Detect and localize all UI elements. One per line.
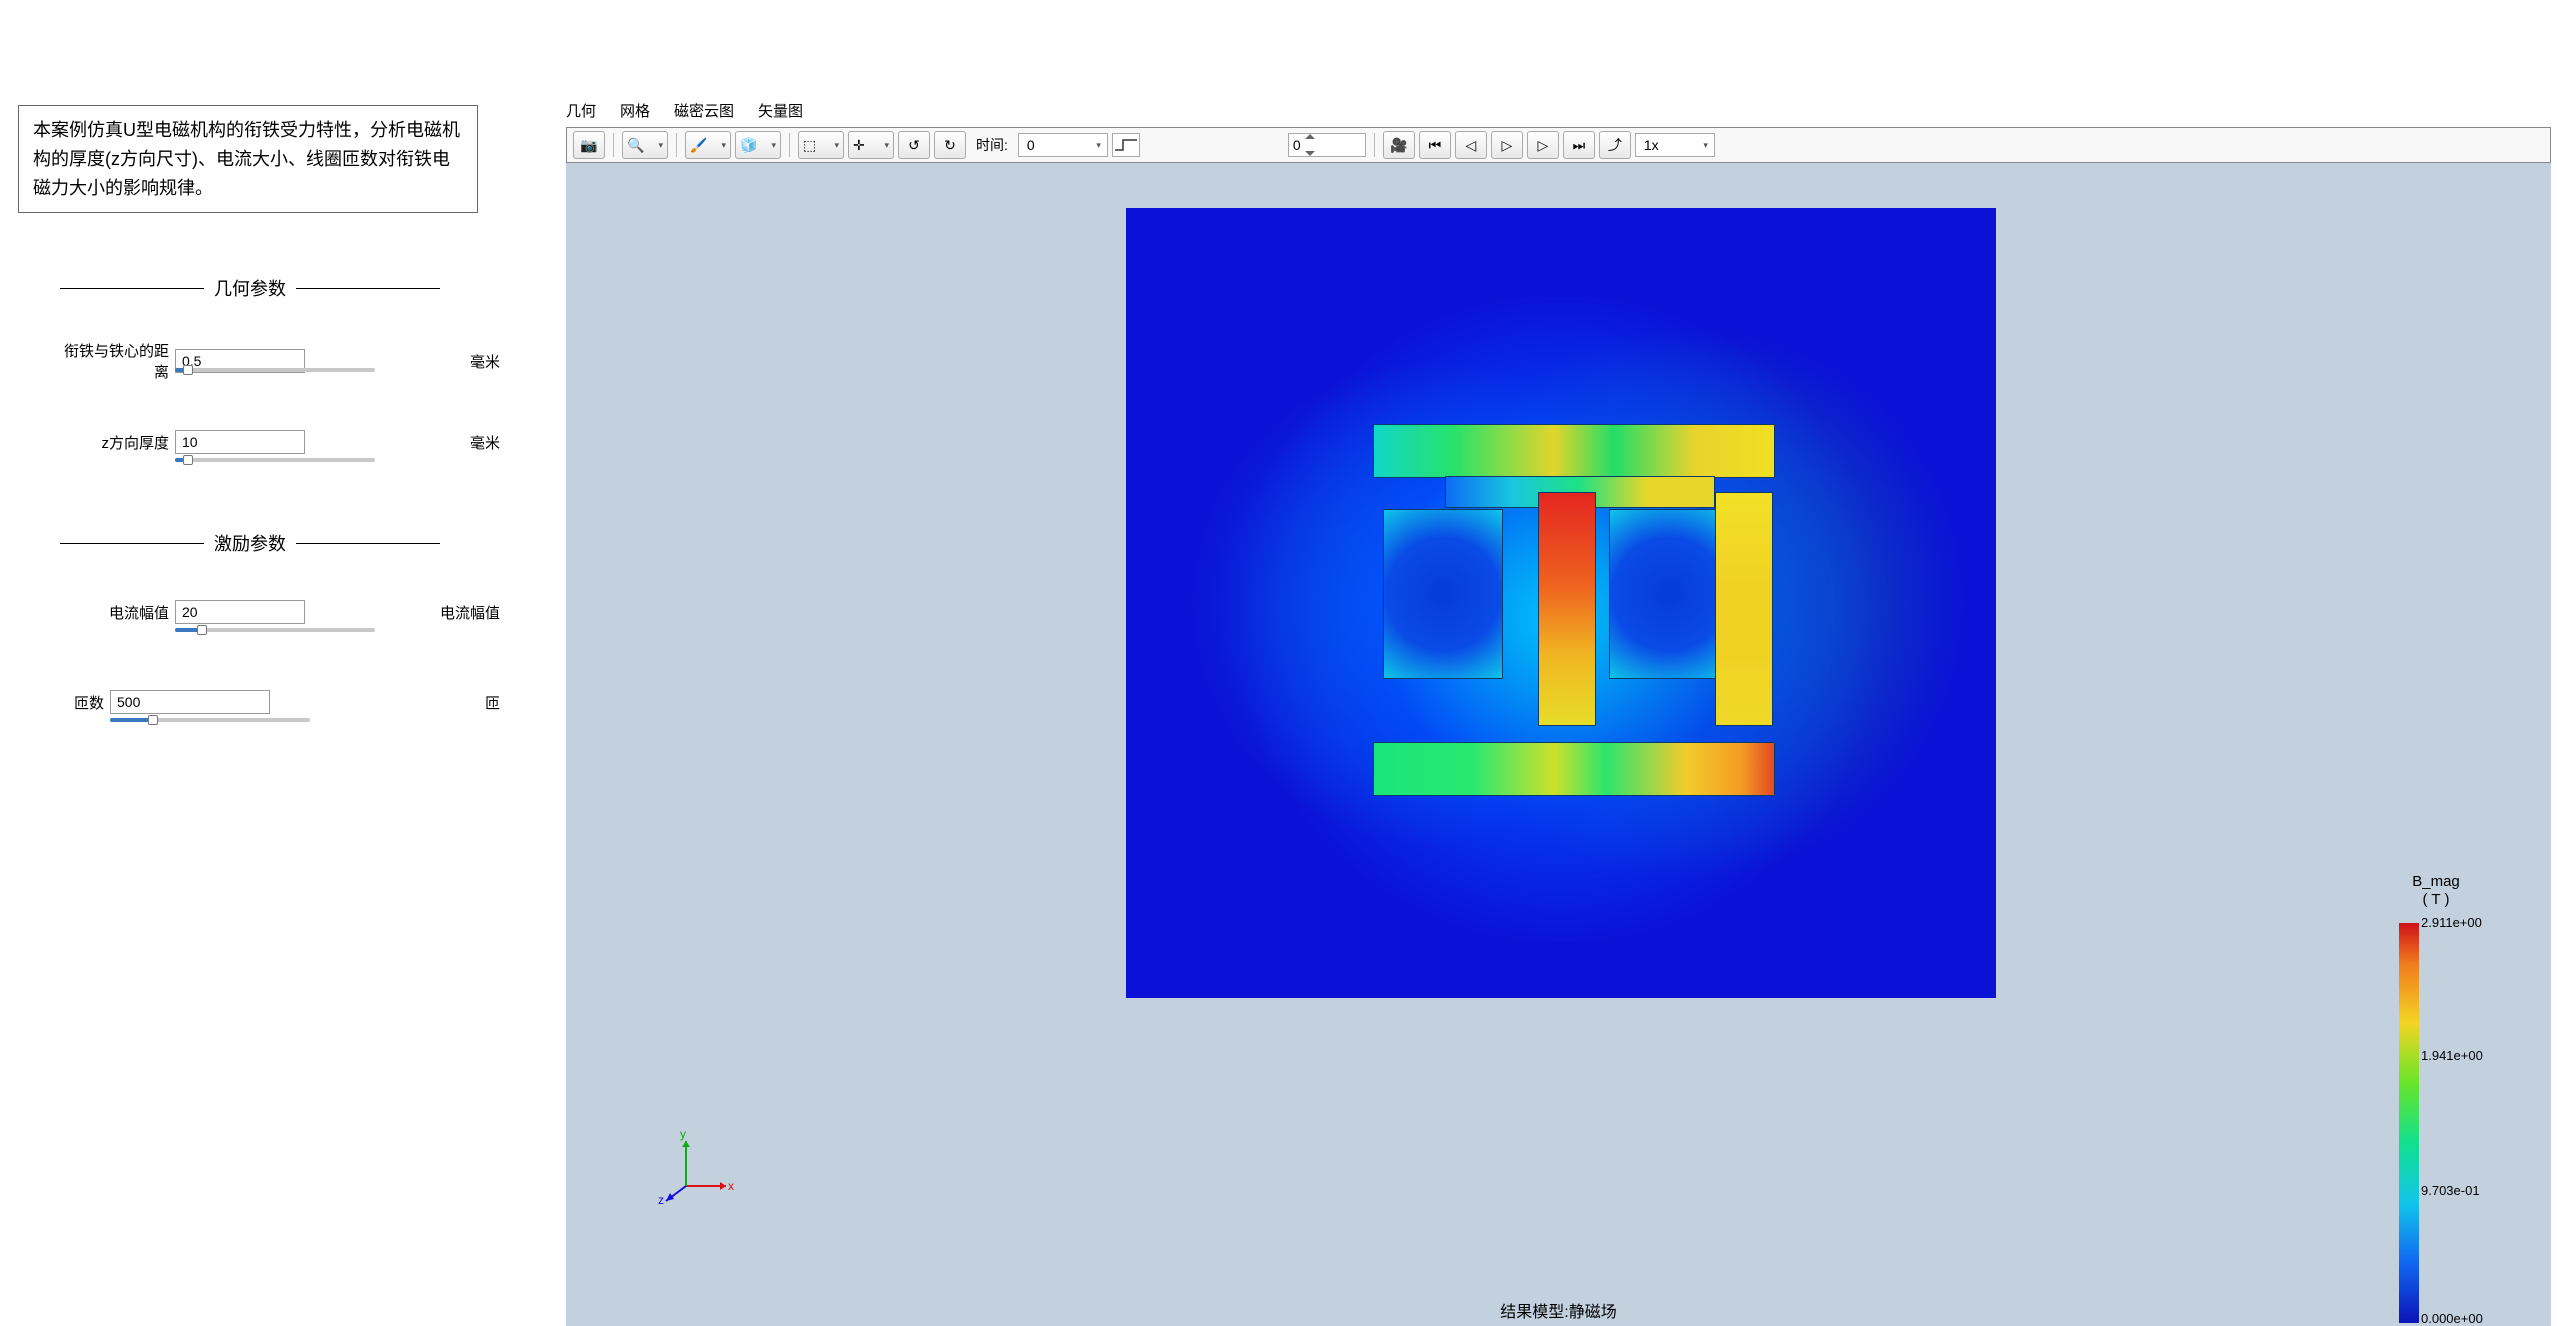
brush-button[interactable]: 🖌️▾ xyxy=(685,131,731,159)
rotate-left-icon: ↺ xyxy=(908,137,920,154)
brush-icon: 🖌️ xyxy=(690,137,707,154)
step-value-input[interactable]: 0 xyxy=(1288,133,1366,157)
left-panel: 本案例仿真U型电磁机构的衔铁受力特性，分析电磁机构的厚度(z方向尺寸)、电流大小… xyxy=(0,0,530,1326)
colorbar-bar xyxy=(2399,923,2419,1323)
skip-last-button[interactable]: ⏭ xyxy=(1563,131,1595,159)
param-zthick-input[interactable] xyxy=(175,430,305,454)
cube-button[interactable]: 🧊▾ xyxy=(735,131,781,159)
time-select[interactable]: 0▾ xyxy=(1018,133,1108,157)
time-label: 时间: xyxy=(976,135,1008,155)
param-turns-label: 匝数 xyxy=(60,692,110,713)
play-icon: ▷ xyxy=(1502,137,1513,154)
section-excitation-title: 激励参数 xyxy=(214,530,286,556)
param-turns-slider[interactable] xyxy=(110,712,310,726)
param-row-zthick: z方向厚度 毫米 xyxy=(60,430,500,454)
flux-density-plot xyxy=(1126,208,1996,998)
param-current-slider[interactable] xyxy=(175,622,375,636)
cube-icon: 🧊 xyxy=(740,137,757,154)
step-forward-icon: ▷ xyxy=(1538,137,1549,154)
axis-y-label: y xyxy=(680,1127,686,1141)
rotate-left-button[interactable]: ↺ xyxy=(898,131,930,159)
param-row-current: 电流幅值 电流幅值 xyxy=(60,600,500,624)
param-turns-input[interactable] xyxy=(110,690,270,714)
axis-x-label: x xyxy=(728,1179,734,1193)
status-text: 结果模型:静磁场 xyxy=(566,1298,2551,1322)
colorbar-tick-max: 2.911e+00 xyxy=(2421,915,2482,930)
select-button[interactable]: ⬚▾ xyxy=(798,131,844,159)
tab-mesh[interactable]: 网格 xyxy=(620,100,650,126)
step-forward-button[interactable]: ▷ xyxy=(1527,131,1559,159)
axis-z-label: z xyxy=(658,1193,664,1206)
toolbar: 📷 🔍▾ 🖌️▾ 🧊▾ ⬚▾ ✛▾ ↺ ↻ 时间: 0▾ 0 🎥 ⏮ ◁ ▷ ▷… xyxy=(566,127,2551,163)
camera-button[interactable]: 📷 xyxy=(573,131,605,159)
rotate-right-icon: ↻ xyxy=(944,137,956,154)
rotate-right-button[interactable]: ↻ xyxy=(934,131,966,159)
speed-select[interactable]: 1x▾ xyxy=(1635,133,1715,157)
step-shape-button[interactable] xyxy=(1112,133,1140,157)
yoke-bottom xyxy=(1374,743,1774,795)
tab-geometry[interactable]: 几何 xyxy=(566,100,596,126)
colorbar-title2: ( T ) xyxy=(2371,891,2501,909)
skip-first-icon: ⏮ xyxy=(1429,137,1442,154)
axes-tripod: x y z xyxy=(656,1126,736,1206)
camera-record-icon: 🎥 xyxy=(1390,137,1407,154)
select-icon: ⬚ xyxy=(803,137,816,154)
skip-first-button[interactable]: ⏮ xyxy=(1419,131,1451,159)
tab-bar: 几何 网格 磁密云图 矢量图 xyxy=(566,100,803,126)
section-geometry-title: 几何参数 xyxy=(214,275,286,301)
export-button[interactable]: ⤴ xyxy=(1599,131,1631,159)
section-excitation: 激励参数 xyxy=(60,530,440,556)
coil-left xyxy=(1384,510,1502,678)
colorbar-tick-1: 9.703e-01 xyxy=(2421,1183,2480,1198)
magnifier-icon: 🔍 xyxy=(627,137,644,154)
viewport[interactable]: x y z B_mag ( T ) 2.911e+00 1.941e+00 9.… xyxy=(566,163,2551,1326)
export-icon: ⤴ xyxy=(1608,135,1622,155)
skip-last-icon: ⏭ xyxy=(1573,137,1586,154)
param-zthick-label: z方向厚度 xyxy=(60,432,175,453)
step-back-icon: ◁ xyxy=(1466,137,1477,154)
tab-fluxcloud[interactable]: 磁密云图 xyxy=(674,100,734,126)
param-zthick-slider[interactable] xyxy=(175,452,375,466)
colorbar: B_mag ( T ) 2.911e+00 1.941e+00 9.703e-0… xyxy=(2371,873,2501,1323)
param-row-turns: 匝数 匝 xyxy=(60,690,500,714)
param-current-label: 电流幅值 xyxy=(60,602,175,623)
param-current-input[interactable] xyxy=(175,600,305,624)
play-button[interactable]: ▷ xyxy=(1491,131,1523,159)
param-zthick-unit: 毫米 xyxy=(470,432,500,453)
param-gap-unit: 毫米 xyxy=(470,351,500,372)
param-gap-slider[interactable] xyxy=(175,362,375,376)
axes-icon: ✛ xyxy=(853,137,865,154)
tab-vector[interactable]: 矢量图 xyxy=(758,100,803,126)
main-area: 几何 网格 磁密云图 矢量图 📷 🔍▾ 🖌️▾ 🧊▾ ⬚▾ ✛▾ ↺ ↻ 时间:… xyxy=(530,0,2557,1326)
axes-button[interactable]: ✛▾ xyxy=(848,131,894,159)
colorbar-title1: B_mag xyxy=(2371,873,2501,891)
core-column-center xyxy=(1539,493,1595,725)
section-geometry: 几何参数 xyxy=(60,275,440,301)
armature-top xyxy=(1374,425,1774,477)
core-column-right xyxy=(1716,493,1772,725)
record-button[interactable]: 🎥 xyxy=(1383,131,1415,159)
param-current-unit: 电流幅值 xyxy=(440,602,500,623)
description-box: 本案例仿真U型电磁机构的衔铁受力特性，分析电磁机构的厚度(z方向尺寸)、电流大小… xyxy=(18,105,478,213)
step-back-button[interactable]: ◁ xyxy=(1455,131,1487,159)
param-turns-unit: 匝 xyxy=(485,692,500,713)
zoom-button[interactable]: 🔍▾ xyxy=(622,131,668,159)
camera-icon: 📷 xyxy=(580,137,597,154)
coil-right xyxy=(1610,510,1728,678)
step-spinner[interactable] xyxy=(1305,134,1319,156)
colorbar-tick-2: 1.941e+00 xyxy=(2421,1048,2483,1063)
